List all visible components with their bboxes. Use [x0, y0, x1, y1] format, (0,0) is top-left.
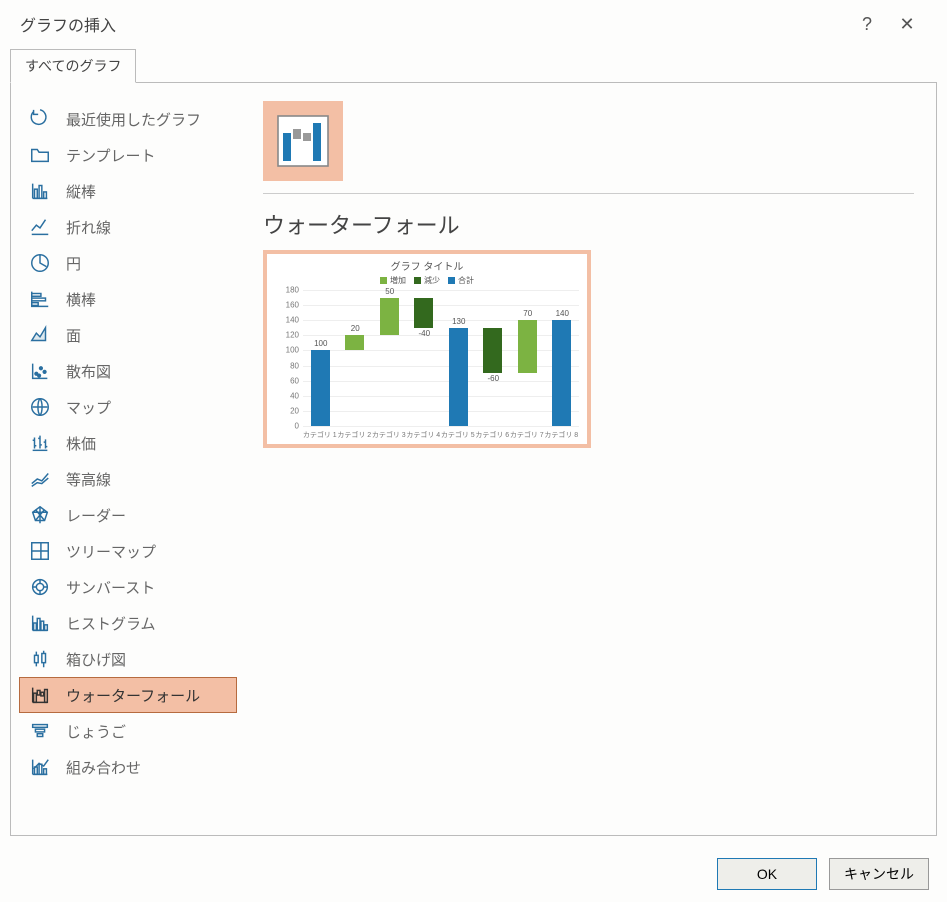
dialog-footer: OK キャンセル — [0, 846, 947, 902]
sidebar-item-template[interactable]: テンプレート — [19, 137, 237, 173]
section-divider — [263, 193, 914, 194]
sidebar-item-line[interactable]: 折れ線 — [19, 209, 237, 245]
sidebar-item-label: 円 — [66, 253, 81, 274]
column-chart-icon — [28, 179, 52, 203]
sidebar-item-label: じょうご — [66, 721, 126, 742]
funnel-icon — [28, 719, 52, 743]
legend-increase: 増加 — [380, 275, 406, 286]
sidebar-item-label: ウォーターフォール — [66, 685, 200, 706]
legend-decrease: 減少 — [414, 275, 440, 286]
sidebar-item-label: 横棒 — [66, 289, 96, 310]
sidebar-item-label: 散布図 — [66, 361, 111, 382]
preview-title: グラフ タイトル — [267, 254, 587, 273]
sidebar-item-label: ツリーマップ — [66, 541, 156, 562]
legend-total: 合計 — [448, 275, 474, 286]
sidebar-item-label: 箱ひげ図 — [66, 649, 126, 670]
chart-preview[interactable]: グラフ タイトル 増加 減少 合計 0204060801001201401601… — [263, 250, 591, 448]
sidebar-item-label: サンバースト — [66, 577, 155, 598]
sidebar-item-label: レーダー — [66, 505, 126, 526]
close-button[interactable]: ✕ — [887, 14, 927, 35]
sidebar-item-map[interactable]: マップ — [19, 389, 237, 425]
histogram-icon — [28, 611, 52, 635]
preview-legend: 増加 減少 合計 — [267, 275, 587, 286]
sidebar-item-stock[interactable]: 株価 — [19, 425, 237, 461]
ok-button[interactable]: OK — [717, 858, 817, 890]
sidebar-item-label: 最近使用したグラフ — [66, 109, 201, 130]
sidebar-item-histogram[interactable]: ヒストグラム — [19, 605, 237, 641]
sidebar-item-label: 面 — [66, 325, 81, 346]
cancel-button[interactable]: キャンセル — [829, 858, 929, 890]
tab-bar: すべてのグラフ — [0, 48, 947, 82]
chart-type-sidebar: 最近使用したグラフ テンプレート 縦棒 折れ線 円 横棒 面 散布図 マップ 株… — [11, 83, 241, 835]
sidebar-item-label: 折れ線 — [66, 217, 111, 238]
waterfall-subtype-icon — [273, 111, 333, 171]
sidebar-item-label: テンプレート — [66, 145, 156, 166]
waterfall-icon — [28, 683, 52, 707]
combo-chart-icon — [28, 755, 52, 779]
scatter-chart-icon — [28, 359, 52, 383]
sidebar-item-treemap[interactable]: ツリーマップ — [19, 533, 237, 569]
map-icon — [28, 395, 52, 419]
dialog-title: グラフの挿入 — [20, 12, 116, 36]
sidebar-item-combo[interactable]: 組み合わせ — [19, 749, 237, 785]
sidebar-item-waterfall[interactable]: ウォーターフォール — [19, 677, 237, 713]
boxplot-icon — [28, 647, 52, 671]
bar-chart-icon — [28, 287, 52, 311]
content-frame: 最近使用したグラフ テンプレート 縦棒 折れ線 円 横棒 面 散布図 マップ 株… — [10, 82, 937, 836]
sidebar-item-label: 組み合わせ — [66, 757, 141, 778]
insert-chart-dialog: グラフの挿入 ? ✕ すべてのグラフ 最近使用したグラフ テンプレート 縦棒 折… — [0, 0, 947, 902]
sidebar-item-surface[interactable]: 等高線 — [19, 461, 237, 497]
line-chart-icon — [28, 215, 52, 239]
sidebar-item-recent[interactable]: 最近使用したグラフ — [19, 101, 237, 137]
area-chart-icon — [28, 323, 52, 347]
sidebar-item-pie[interactable]: 円 — [19, 245, 237, 281]
sidebar-item-bar[interactable]: 横棒 — [19, 281, 237, 317]
sidebar-item-funnel[interactable]: じょうご — [19, 713, 237, 749]
stock-chart-icon — [28, 431, 52, 455]
tab-all-charts[interactable]: すべてのグラフ — [10, 49, 136, 83]
plot-area: 020406080100120140160180100カテゴリ 120カテゴリ … — [303, 290, 579, 426]
sidebar-item-label: 縦棒 — [66, 181, 96, 202]
sidebar-item-sunburst[interactable]: サンバースト — [19, 569, 237, 605]
sidebar-item-label: 等高線 — [66, 469, 111, 490]
chart-subtype-row — [263, 101, 914, 181]
sidebar-item-label: マップ — [66, 397, 111, 418]
sidebar-item-area[interactable]: 面 — [19, 317, 237, 353]
titlebar: グラフの挿入 ? ✕ — [0, 0, 947, 48]
sidebar-item-column[interactable]: 縦棒 — [19, 173, 237, 209]
sidebar-item-radar[interactable]: レーダー — [19, 497, 237, 533]
pie-chart-icon — [28, 251, 52, 275]
sidebar-item-boxwhisker[interactable]: 箱ひげ図 — [19, 641, 237, 677]
help-button[interactable]: ? — [847, 14, 887, 35]
main-panel: ウォーターフォール グラフ タイトル 増加 減少 合計 020406080100… — [241, 83, 936, 835]
chart-type-name: ウォーターフォール — [263, 208, 914, 240]
folder-icon — [28, 143, 52, 167]
treemap-icon — [28, 539, 52, 563]
recent-icon — [28, 107, 52, 131]
surface-chart-icon — [28, 467, 52, 491]
sunburst-icon — [28, 575, 52, 599]
sidebar-item-label: 株価 — [66, 433, 96, 454]
subtype-waterfall-button[interactable] — [263, 101, 343, 181]
radar-chart-icon — [28, 503, 52, 527]
sidebar-item-scatter[interactable]: 散布図 — [19, 353, 237, 389]
sidebar-item-label: ヒストグラム — [66, 613, 156, 634]
